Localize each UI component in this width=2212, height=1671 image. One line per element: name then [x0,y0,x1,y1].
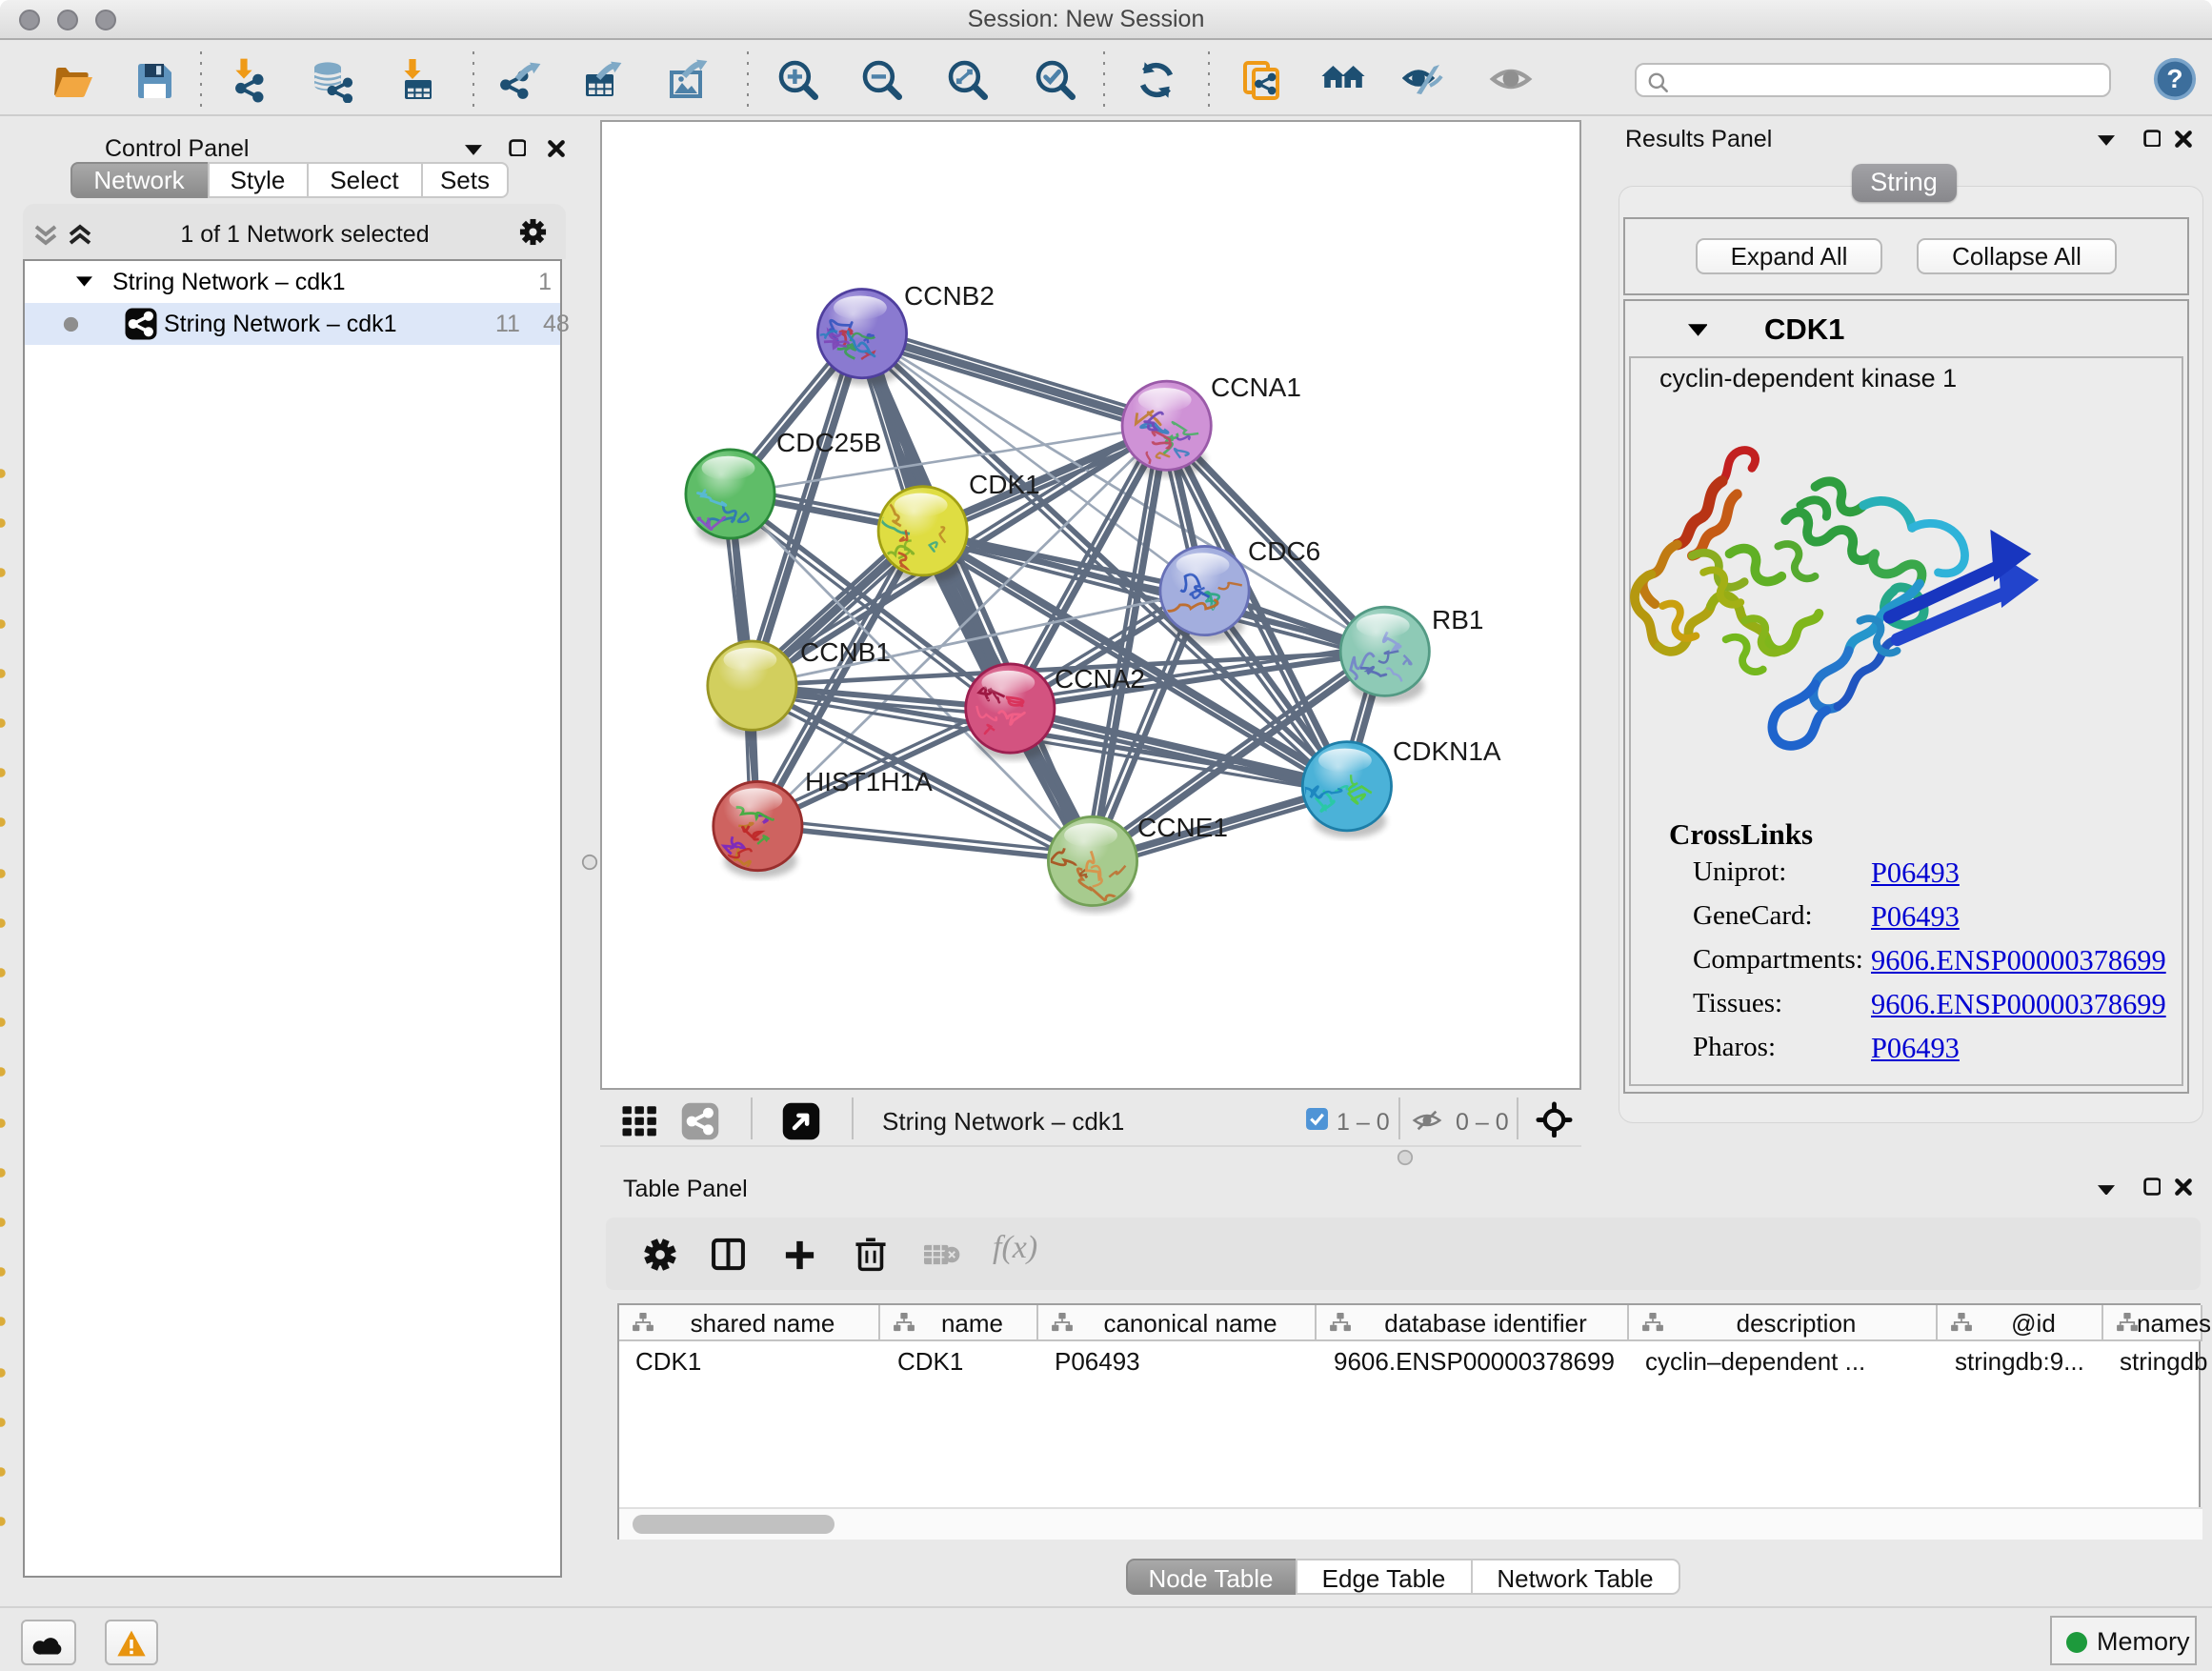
svg-text:?: ? [2165,64,2182,93]
